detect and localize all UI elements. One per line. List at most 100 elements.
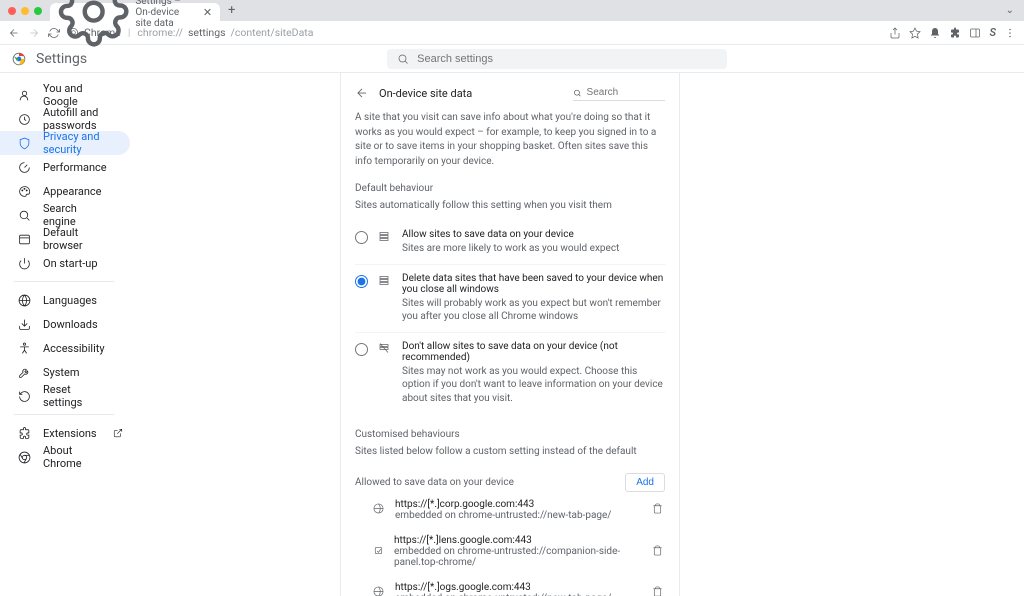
browser-tab[interactable]: Settings – On-device site data ✕ [50, 3, 220, 21]
chrome-icon [18, 451, 31, 464]
radio-title: Allow sites to save data on your device [402, 229, 619, 240]
new-tab-button[interactable]: + [228, 3, 235, 18]
allowed-heading: Allowed to save data on your device [355, 477, 514, 488]
storage-icon [378, 230, 392, 245]
minimize-window-icon[interactable] [21, 7, 29, 15]
nav-separator [14, 414, 114, 415]
sidebar-item-downloads[interactable]: Downloads [0, 312, 130, 336]
nav-label: On start-up [43, 257, 98, 270]
back-icon[interactable] [8, 27, 20, 39]
chrome-page-icon [68, 27, 79, 38]
nav-label: Languages [43, 294, 97, 307]
url-prefix: Chrome [84, 26, 121, 39]
external-link-icon [113, 428, 123, 438]
side-panel-icon[interactable] [969, 27, 981, 39]
autofill-icon [18, 113, 31, 126]
url-host: settings [188, 26, 226, 39]
sidebar-item-default-browser[interactable]: Default browser [0, 227, 130, 251]
radio-option-0[interactable]: Allow sites to save data on your deviceS… [355, 221, 665, 265]
forward-icon[interactable] [28, 27, 40, 39]
search-icon [573, 88, 582, 98]
accessibility-icon [18, 342, 31, 355]
delete-site-button[interactable] [652, 586, 663, 596]
custom-subheading: Sites listed below follow a custom setti… [355, 446, 665, 457]
radio-input[interactable] [355, 231, 368, 244]
site-row: https://[*.]lens.google.com:443embedded … [355, 528, 665, 575]
reload-icon[interactable] [48, 27, 60, 39]
sidebar-item-languages[interactable]: Languages [0, 288, 130, 312]
close-tab-icon[interactable]: ✕ [203, 6, 212, 19]
panel-search-field[interactable] [573, 85, 665, 101]
nav-label: Downloads [43, 318, 98, 331]
notifications-icon[interactable] [929, 27, 941, 39]
site-embedded: embedded on chrome-untrusted://new-tab-p… [395, 510, 611, 521]
search-settings-field[interactable] [387, 49, 727, 69]
radio-input[interactable] [355, 275, 368, 288]
browser-tabbar: Settings – On-device site data ✕ + ⌄ [0, 0, 1024, 21]
default-heading: Default behaviour [355, 183, 665, 194]
sidebar-item-about-chrome[interactable]: About Chrome [0, 445, 130, 469]
sidebar-item-autofill-and-passwords[interactable]: Autofill and passwords [0, 107, 130, 131]
page-title: Settings [36, 51, 87, 67]
share-icon[interactable] [889, 27, 901, 39]
search-settings-input[interactable] [417, 53, 717, 65]
nav-label: Appearance [43, 185, 102, 198]
sidebar-item-appearance[interactable]: Appearance [0, 179, 130, 203]
nav-label: About Chrome [43, 444, 112, 470]
close-window-icon[interactable] [8, 7, 16, 15]
delete-site-button[interactable] [652, 545, 663, 559]
maximize-window-icon[interactable] [34, 7, 42, 15]
add-allowed-button[interactable]: Add [625, 473, 665, 492]
radio-option-1[interactable]: Delete data sites that have been saved t… [355, 265, 665, 333]
nav-label: Reset settings [43, 383, 112, 409]
custom-heading: Customised behaviours [355, 429, 665, 440]
toolbar-right: S [889, 26, 1016, 39]
profile-avatar[interactable]: S [989, 26, 996, 39]
sidebar-item-system[interactable]: System [0, 360, 130, 384]
radio-input[interactable] [355, 343, 368, 356]
menu-icon[interactable] [1004, 27, 1016, 39]
nav-label: Privacy and security [43, 130, 112, 156]
site-icon [373, 503, 385, 517]
sidebar-item-performance[interactable]: Performance [0, 155, 130, 179]
sidebar-item-on-start-up[interactable]: On start-up [0, 251, 130, 275]
sidebar-item-privacy-and-security[interactable]: Privacy and security [0, 131, 130, 155]
sidebar-item-you-and-google[interactable]: You and Google [0, 83, 130, 107]
radio-option-2[interactable]: Don't allow sites to save data on your d… [355, 333, 665, 414]
nav-buttons [8, 27, 60, 39]
panel-search-input[interactable] [587, 87, 665, 98]
power-icon [18, 257, 31, 270]
site-url: https://[*.]lens.google.com:443 [394, 535, 642, 546]
back-arrow-icon[interactable] [355, 86, 369, 100]
bookmark-icon[interactable] [909, 27, 921, 39]
nav-label: Extensions [43, 427, 97, 440]
site-icon [373, 586, 385, 596]
storage-icon [378, 342, 392, 357]
nav-label: Default browser [43, 226, 112, 252]
download-icon [18, 318, 31, 331]
extensions-icon[interactable] [949, 27, 961, 39]
settings-panel: On-device site data A site that you visi… [340, 73, 680, 596]
palette-icon [18, 185, 31, 198]
radio-title: Don't allow sites to save data on your d… [402, 341, 665, 363]
sidebar-item-extensions[interactable]: Extensions [0, 421, 130, 445]
tab-title: Settings – On-device site data [135, 0, 197, 29]
reset-icon [18, 390, 31, 403]
person-icon [18, 89, 31, 102]
default-subheading: Sites automatically follow this setting … [355, 200, 665, 211]
settings-favicon-icon [58, 0, 129, 48]
address-field[interactable]: Chrome | chrome://settings/content/siteD… [68, 26, 313, 39]
nav-label: Search engine [43, 202, 112, 228]
settings-header: Settings [0, 45, 1024, 73]
sidebar-item-accessibility[interactable]: Accessibility [0, 336, 130, 360]
tab-overflow-icon[interactable]: ⌄ [1006, 5, 1014, 16]
nav-label: Accessibility [43, 342, 105, 355]
radio-title: Delete data sites that have been saved t… [402, 273, 665, 295]
radio-subtitle: Sites may not work as you would expect. … [402, 365, 665, 406]
delete-site-button[interactable] [652, 503, 663, 517]
nav-label: You and Google [43, 82, 112, 108]
sidebar-item-search-engine[interactable]: Search engine [0, 203, 130, 227]
site-row: https://[*.]ogs.google.com:443embedded o… [355, 575, 665, 596]
sidebar-item-reset-settings[interactable]: Reset settings [0, 384, 130, 408]
site-url: https://[*.]ogs.google.com:443 [395, 582, 611, 593]
